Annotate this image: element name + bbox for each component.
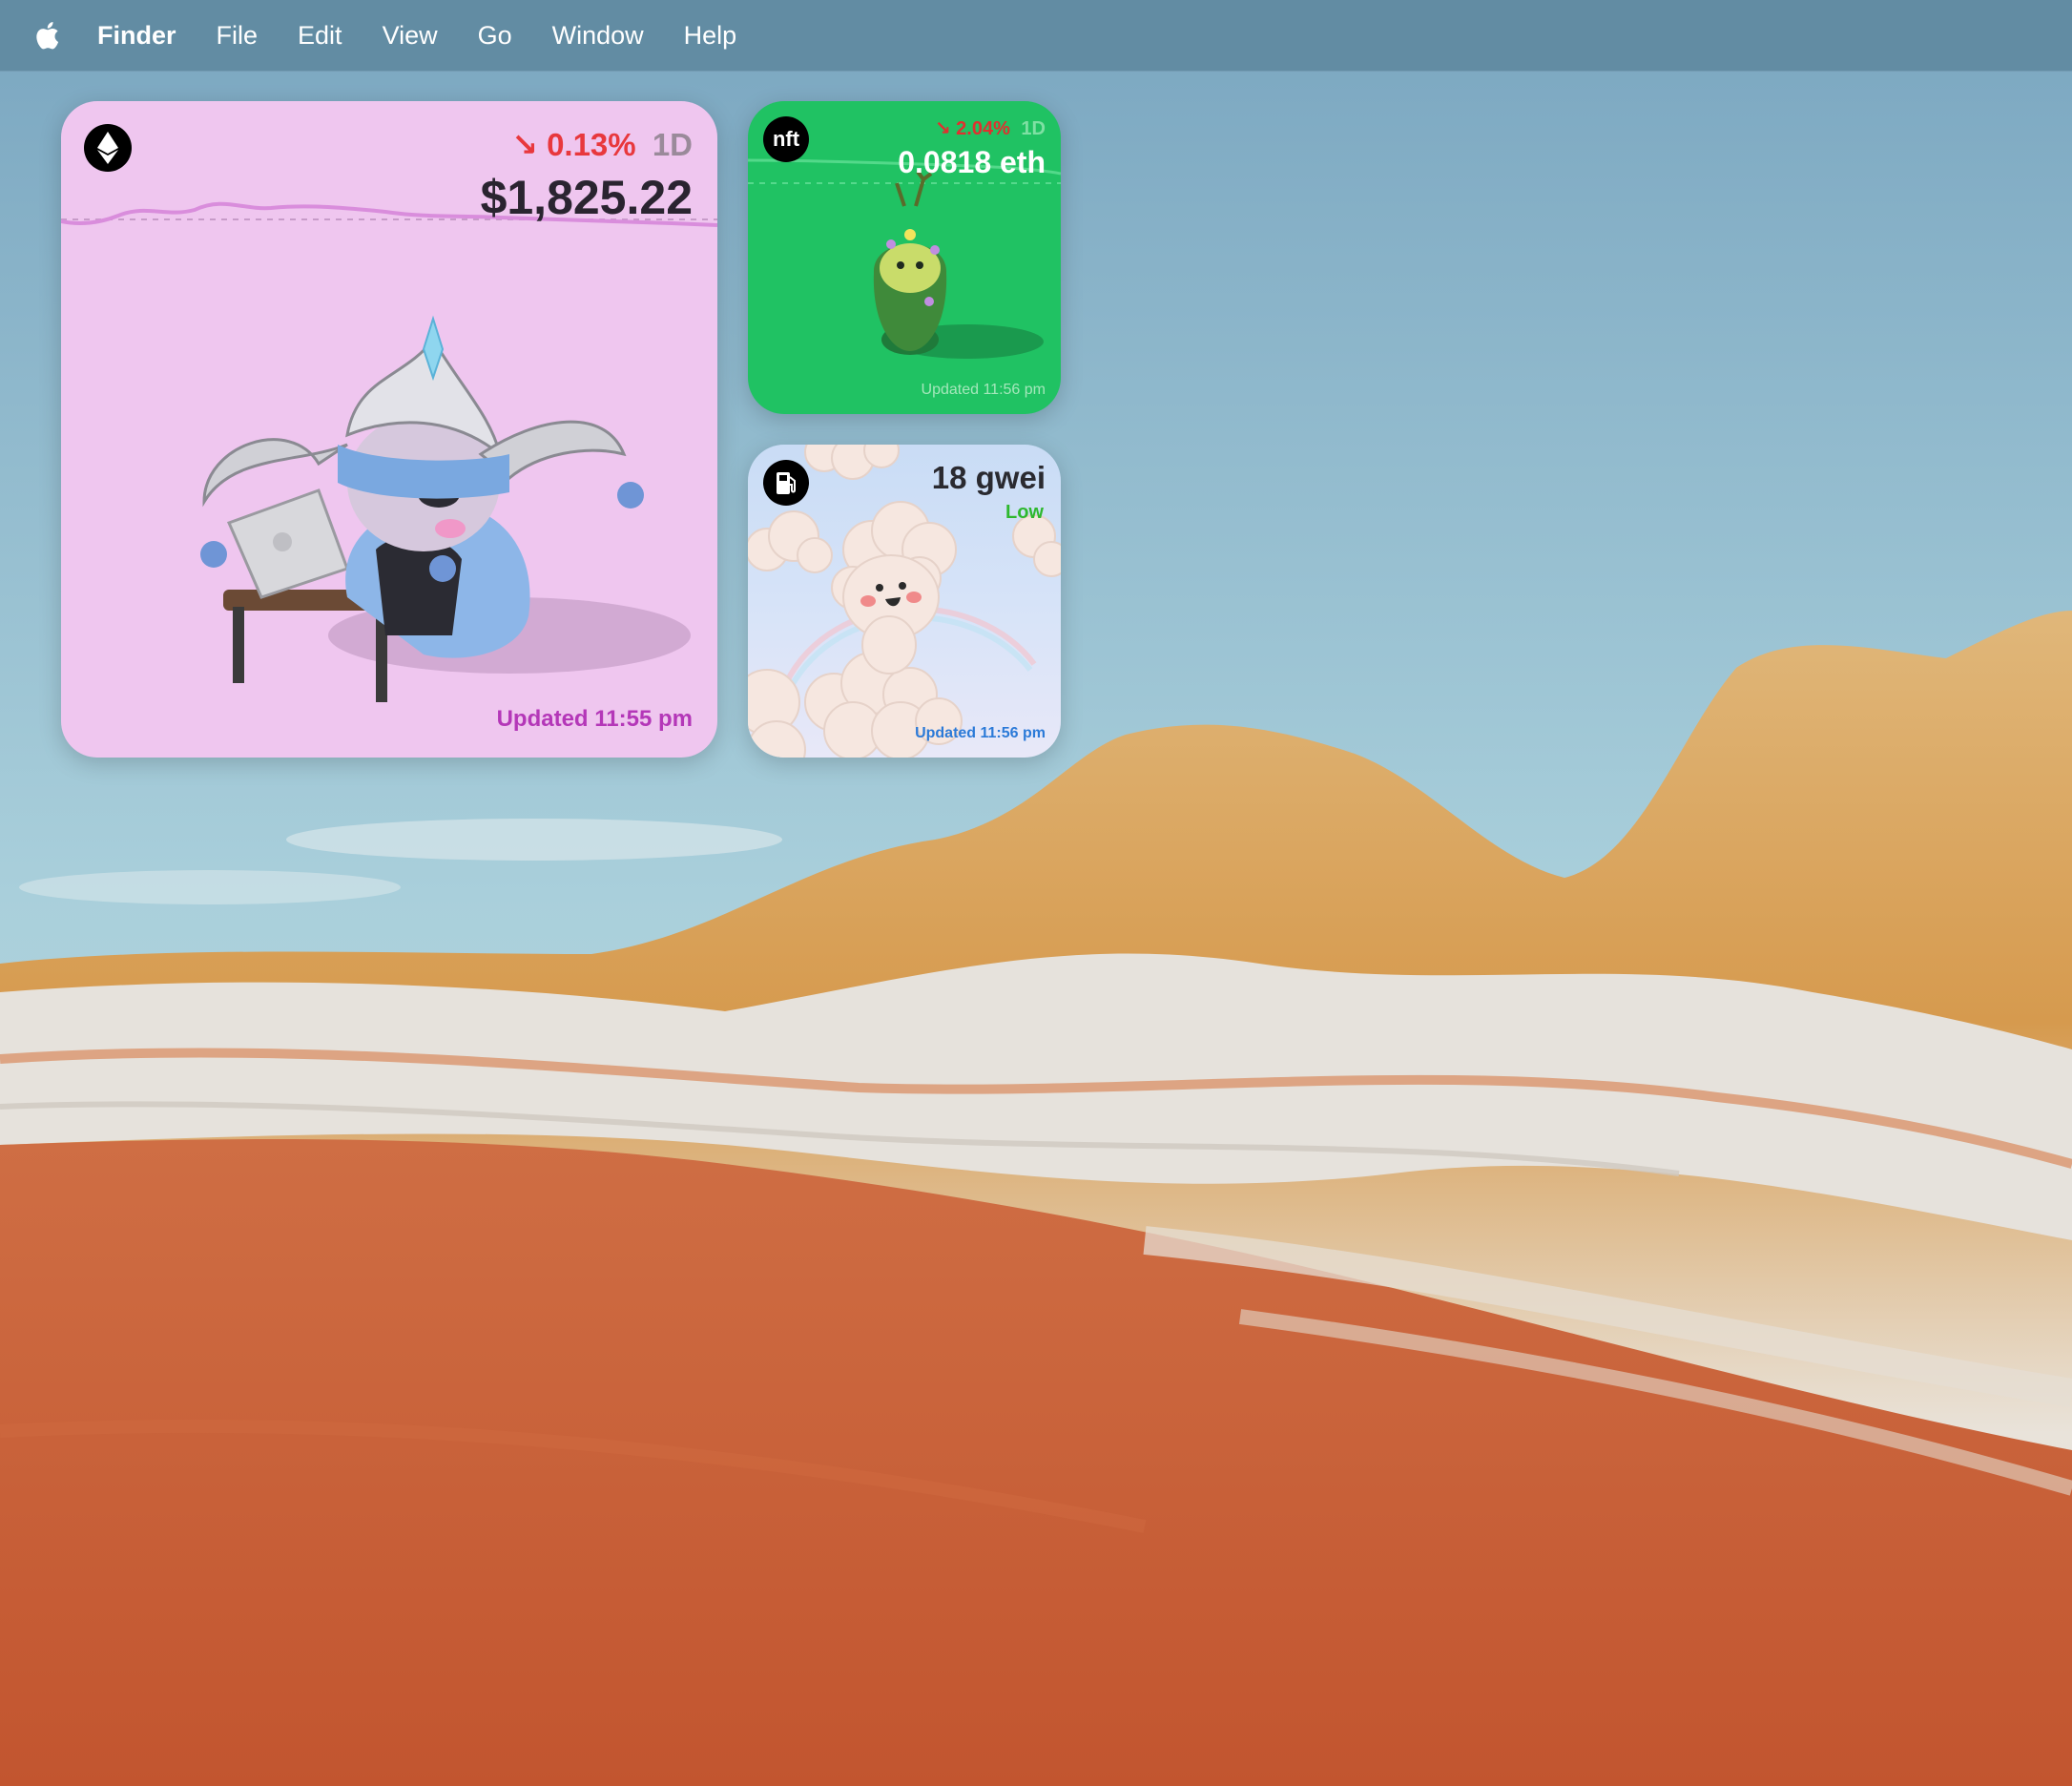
gas-updated-time: Updated 11:56 pm <box>915 725 1046 741</box>
nft-floor-widget[interactable]: nft ↘ 2.04% 1D 0.0818 eth Updated 11:56 … <box>748 101 1061 414</box>
gas-price-widget[interactable]: 18 gwei Low Updated 11:56 pm <box>748 445 1061 758</box>
nft-updated-time: Updated 11:56 pm <box>921 382 1046 398</box>
gas-level: Low <box>1005 502 1044 523</box>
menu-help[interactable]: Help <box>684 21 737 51</box>
nft-change-percent: 2.04% <box>956 118 1010 139</box>
down-arrow-icon: ↘ <box>934 118 951 139</box>
nft-change-period: 1D <box>1021 118 1046 139</box>
nft-badge: nft <box>763 116 809 162</box>
menu-finder[interactable]: Finder <box>97 21 176 51</box>
jester-character-illustration <box>200 315 691 702</box>
nft-floor-price: 0.0818 eth <box>898 145 1046 179</box>
menu-file[interactable]: File <box>217 21 259 51</box>
gas-badge <box>763 460 809 506</box>
menu-edit[interactable]: Edit <box>298 21 342 51</box>
eth-price-widget[interactable]: ↘ 0.13% 1D $1,825.22 Updated 11:55 pm <box>61 101 717 758</box>
apple-logo-icon[interactable] <box>32 16 65 54</box>
menu-view[interactable]: View <box>383 21 438 51</box>
eth-updated-time: Updated 11:55 pm <box>496 706 693 732</box>
fuel-pump-icon <box>777 472 796 494</box>
menu-window[interactable]: Window <box>552 21 644 51</box>
menu-go[interactable]: Go <box>478 21 512 51</box>
nft-change: ↘ 2.04% 1D <box>935 116 1046 140</box>
gas-price: 18 gwei <box>931 460 1046 495</box>
menu-bar: Finder File Edit View Go Window Help <box>0 0 2072 71</box>
